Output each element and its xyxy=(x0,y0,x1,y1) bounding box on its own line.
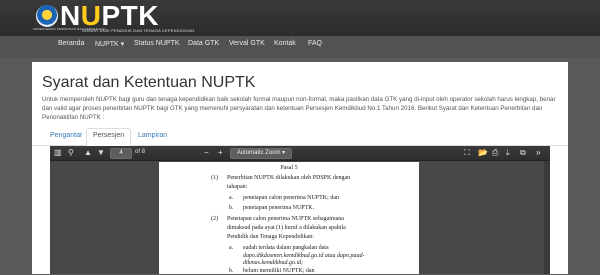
zoom-in-button[interactable]: + xyxy=(218,148,223,157)
bookmark-icon[interactable]: ⧉ xyxy=(520,148,526,157)
print-icon[interactable]: ⎙ xyxy=(492,148,498,157)
logo-subtitle: NOMOR UNIK PENDIDIK DAN TENAGA KEPENDIDI… xyxy=(82,28,195,33)
line-number: a. xyxy=(229,195,234,201)
previous-page-icon[interactable]: ▲ xyxy=(84,148,92,157)
line-number: a. xyxy=(229,245,234,251)
logo-letters-rest: PTK xyxy=(101,0,159,31)
nav-item-verval-gtk[interactable]: Verval GTK xyxy=(229,40,265,47)
pasal-heading: Pasal 5 xyxy=(280,165,298,171)
line-text: dapo.dikdasmen.kemdikbud.go.id atau dapo… xyxy=(243,253,365,259)
pdf-page: Pasal 5 (1) Penerbitan NUPTK dilakukan o… xyxy=(159,162,419,274)
zoom-select[interactable]: Automatic Zoom ▾ xyxy=(230,148,292,159)
open-file-icon[interactable]: 📂 xyxy=(478,148,488,157)
nav-item-kontak[interactable]: Kontak xyxy=(274,40,296,47)
nav-item-data-gtk[interactable]: Data GTK xyxy=(188,40,219,47)
line-number: (1) xyxy=(211,175,218,181)
line-text: dimaksud pada ayat (1) huruf a dilakukan… xyxy=(227,225,346,231)
tab-persesjen[interactable]: Persesjen xyxy=(86,128,132,146)
zoom-select-value: Automatic Zoom xyxy=(236,150,281,156)
main-navbar: Beranda NUPTK ▾ Status NUPTK Data GTK Ve… xyxy=(0,36,600,58)
tab-bar: Pengantar Persesjen Lampiran xyxy=(32,125,568,146)
site-header: KEMENTERIAN PENDIDIKAN DAN KEBUDAYAAN NU… xyxy=(0,0,600,36)
pdf-viewer: ▥ ⚲ ▲ ▼ 4 of 8 − + Automatic Zoom ▾ ⛶ 📂 … xyxy=(50,146,550,274)
line-text: Pendidik dan Tenaga Kependidikan: xyxy=(227,234,314,240)
line-text: tahapan: xyxy=(227,184,248,190)
pdf-toolbar: ▥ ⚲ ▲ ▼ 4 of 8 − + Automatic Zoom ▾ ⛶ 📂 … xyxy=(50,146,550,161)
intro-paragraph: Untuk memperoleh NUPTK bagi guru dan ten… xyxy=(42,96,556,121)
line-number: (2) xyxy=(211,216,218,222)
next-page-icon[interactable]: ▼ xyxy=(97,148,105,157)
find-icon[interactable]: ⚲ xyxy=(68,148,74,157)
line-number: b. xyxy=(229,205,234,211)
line-text: Penetapan calon penerima NUPTK sebagaima… xyxy=(227,216,344,222)
tab-pengantar[interactable]: Pengantar xyxy=(44,129,88,145)
tools-menu-icon[interactable]: » xyxy=(536,148,540,157)
nav-item-nuptk-dropdown[interactable]: NUPTK ▾ xyxy=(95,40,124,48)
zoom-out-button[interactable]: − xyxy=(204,148,209,157)
download-icon[interactable]: ⤓ xyxy=(506,148,510,157)
page-number-input[interactable]: 4 xyxy=(110,148,132,159)
logo-letter-n: N xyxy=(60,0,81,31)
logo-letter-u: U xyxy=(80,0,102,31)
page-title: Syarat dan Ketentuan NUPTK xyxy=(42,74,256,91)
line-text: penetapan calon penerima NUPTK; dan xyxy=(243,195,339,201)
nuptk-logo[interactable]: NUPTK xyxy=(60,0,159,31)
nav-item-status-nuptk[interactable]: Status NUPTK xyxy=(134,40,180,47)
nav-item-beranda[interactable]: Beranda xyxy=(58,40,84,47)
line-text: Penerbitan NUPTK dilakukan oleh PDSPK de… xyxy=(227,175,351,181)
tut-wuri-handayani-logo-icon xyxy=(36,5,58,27)
tab-lampiran[interactable]: Lampiran xyxy=(132,129,173,145)
line-text: penetapan penerima NUPTK. xyxy=(243,205,315,211)
pdf-scrollbar[interactable] xyxy=(544,161,550,274)
main-content: Syarat dan Ketentuan NUPTK Untuk mempero… xyxy=(32,62,568,274)
nav-item-faq[interactable]: FAQ xyxy=(308,40,322,47)
page-count: of 8 xyxy=(135,149,146,155)
line-text: sudah terdata dalam pangkalan data xyxy=(243,245,329,251)
presentation-mode-icon[interactable]: ⛶ xyxy=(464,148,470,157)
sidebar-toggle-icon[interactable]: ▥ xyxy=(54,148,62,157)
line-text: dikmas.kemdikbud.go.id; xyxy=(243,260,304,266)
